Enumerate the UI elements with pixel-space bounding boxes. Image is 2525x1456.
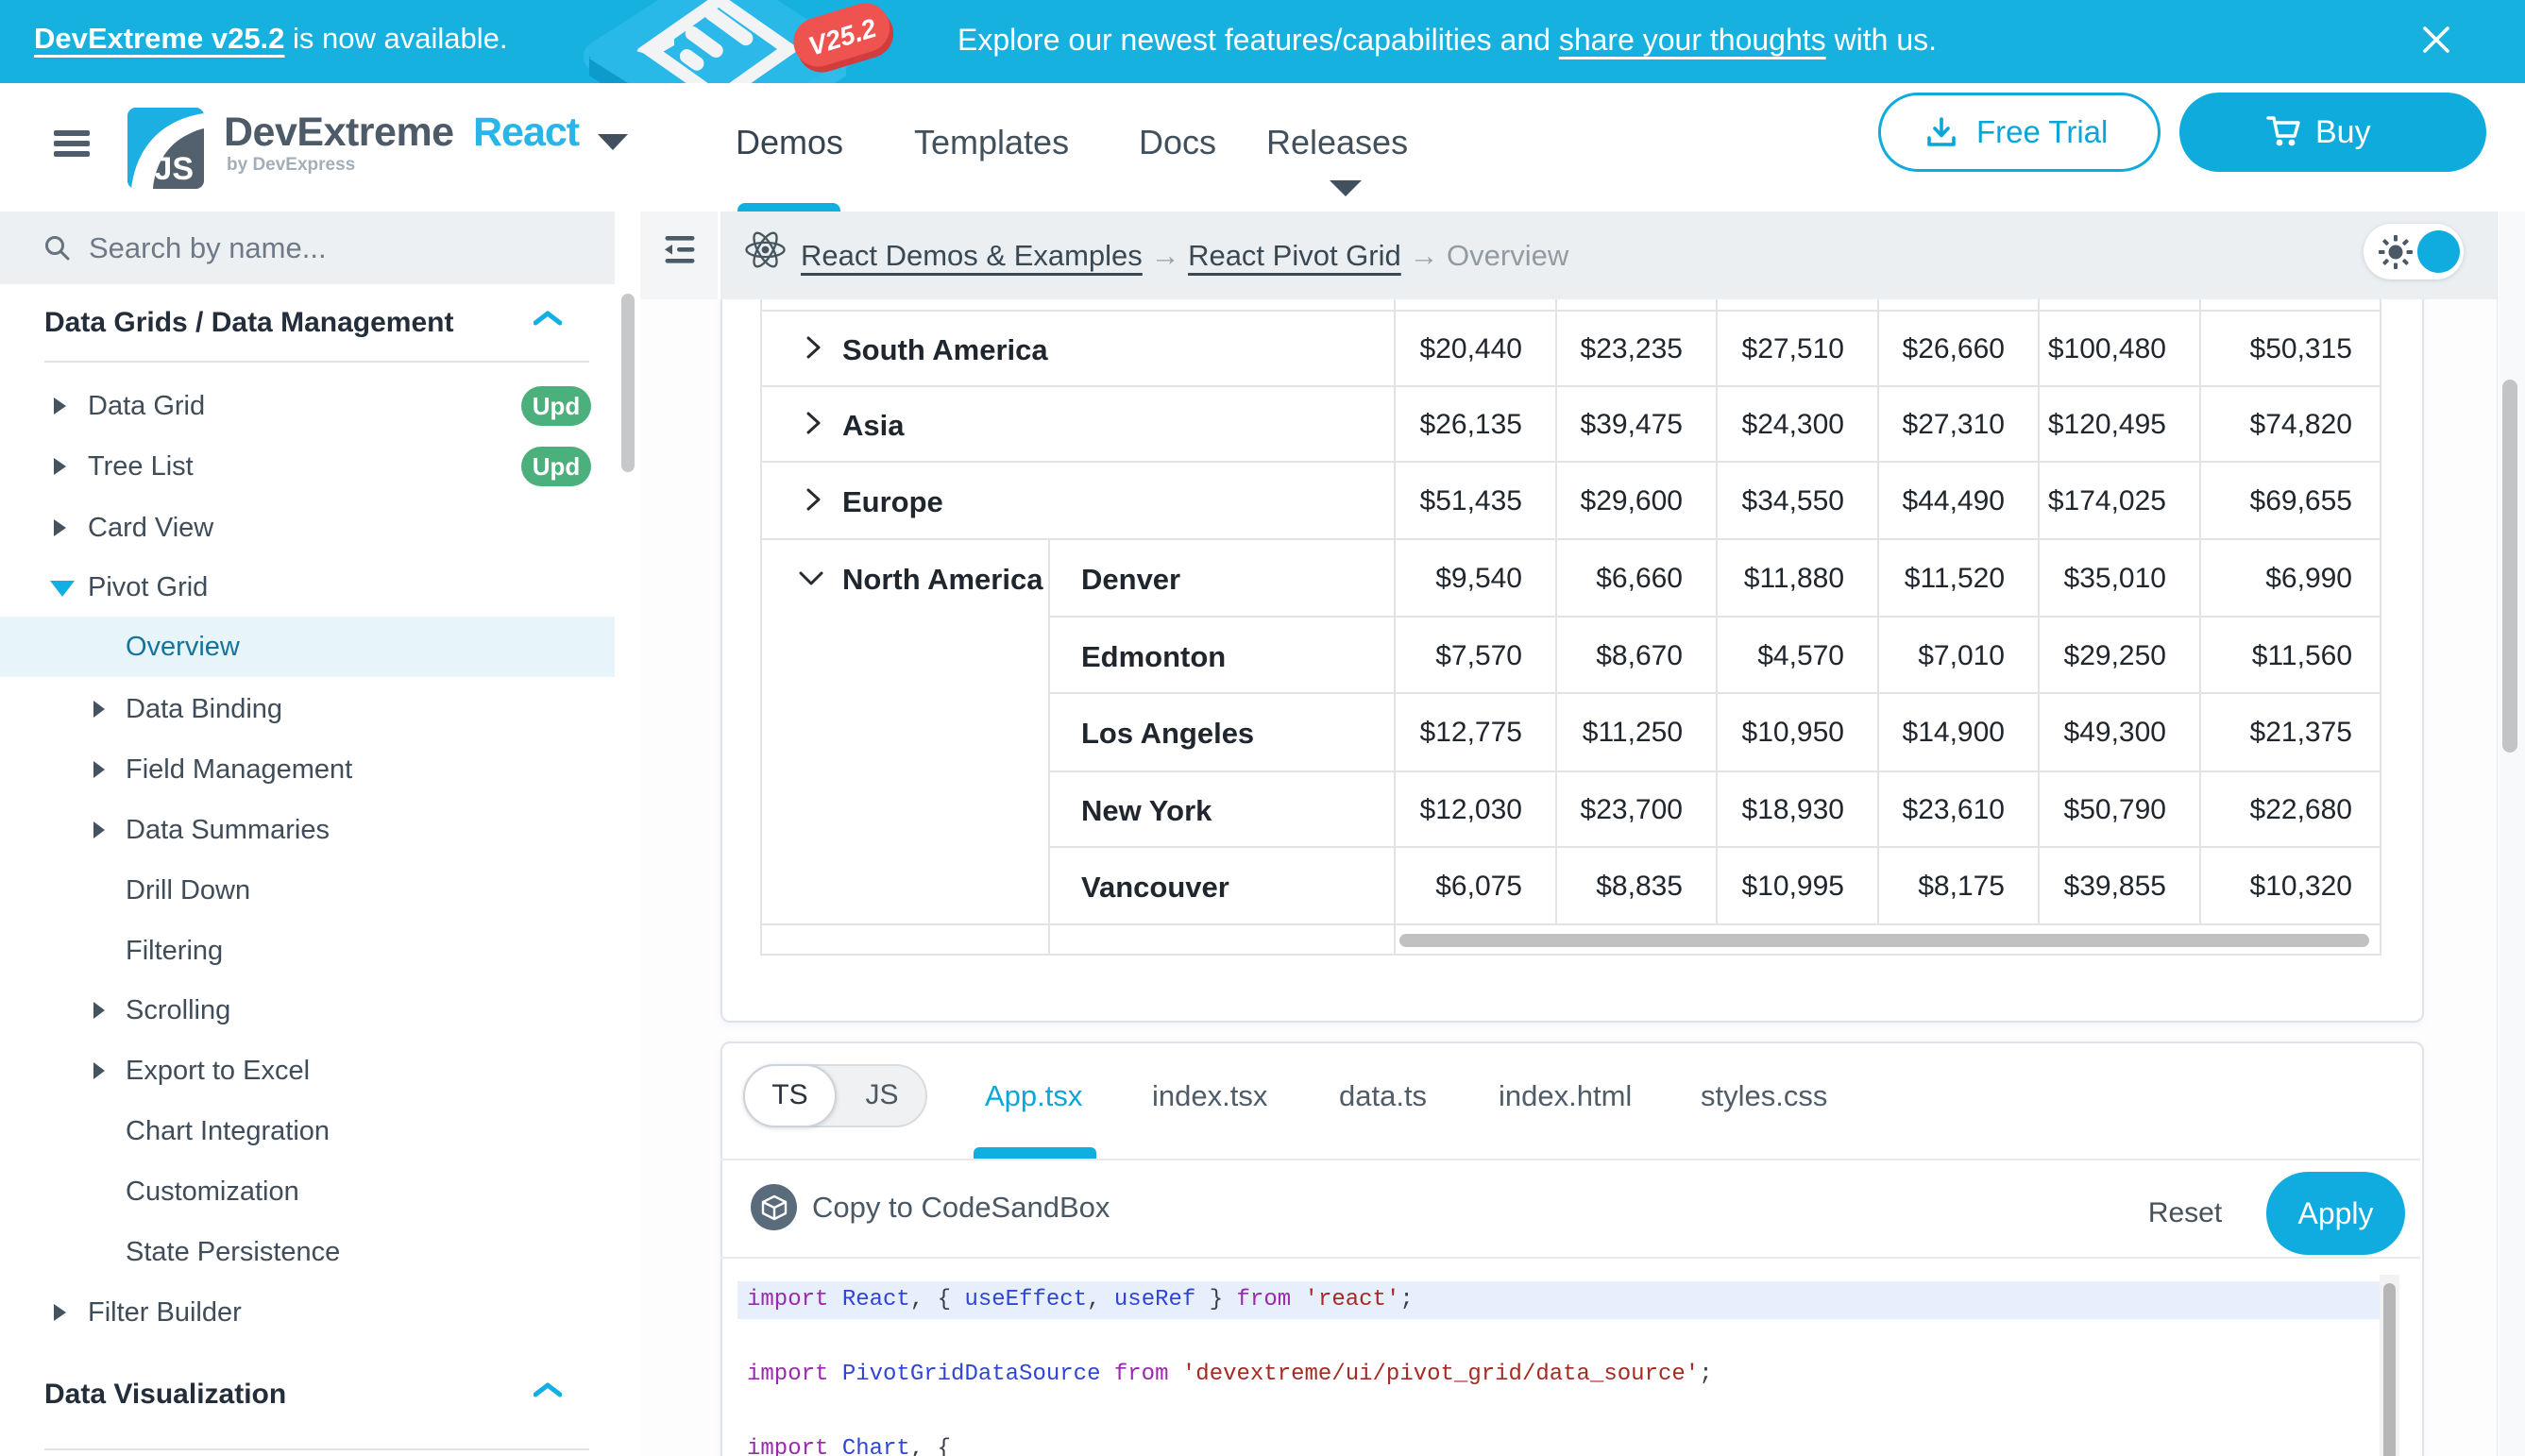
svg-text:JS: JS [154,151,194,187]
